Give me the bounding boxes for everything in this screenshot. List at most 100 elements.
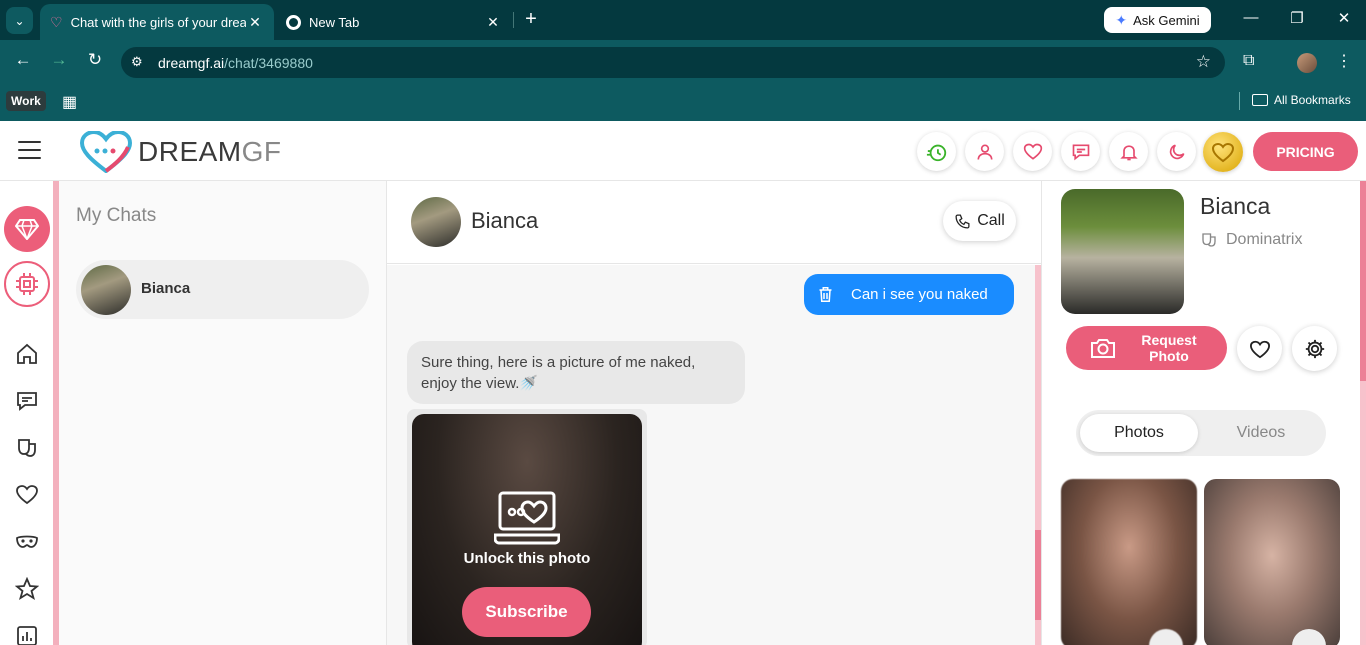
- browser-menu-icon[interactable]: ⋮: [1336, 51, 1352, 71]
- url-text[interactable]: dreamgf.ai/chat/3469880: [158, 55, 313, 71]
- gallery-thumbnail[interactable]: [1204, 479, 1340, 645]
- user-icon: [977, 144, 992, 160]
- notifications-button[interactable]: [1109, 132, 1148, 171]
- url-path: /chat/3469880: [224, 55, 313, 71]
- all-bookmarks-button[interactable]: All Bookmarks: [1252, 93, 1351, 107]
- work-profile-chip[interactable]: Work: [6, 91, 46, 111]
- page-scrollbar[interactable]: [1360, 181, 1366, 645]
- trash-icon[interactable]: [818, 286, 833, 303]
- tab-search-button[interactable]: ⌄: [6, 7, 33, 34]
- my-chats-title: My Chats: [76, 205, 157, 226]
- favorite-profile-button[interactable]: [1237, 326, 1282, 371]
- chat-icon[interactable]: [15, 389, 39, 413]
- tab-title: Chat with the girls of your dreams: [70, 14, 246, 30]
- avatar[interactable]: [411, 197, 461, 247]
- logo-text-main: DREAM: [138, 136, 242, 167]
- bookmark-star-icon[interactable]: ☆: [1196, 52, 1211, 72]
- outgoing-message-text: Can i see you naked: [851, 286, 988, 303]
- premium-gem-button[interactable]: [4, 206, 50, 252]
- dark-mode-button[interactable]: [1157, 132, 1196, 171]
- call-button[interactable]: Call: [943, 201, 1016, 241]
- favorites-button[interactable]: [1013, 132, 1052, 171]
- ask-gemini-label: Ask Gemini: [1133, 12, 1200, 28]
- coins-button[interactable]: [1203, 132, 1243, 172]
- theater-masks-icon: [1202, 233, 1216, 247]
- phone-icon: [955, 213, 970, 229]
- profile-panel: Bianca Dominatrix Request Photo Photos V…: [1041, 181, 1360, 645]
- incoming-message: Sure thing, here is a picture of me nake…: [407, 341, 745, 404]
- my-chats-panel: My Chats Bianca: [59, 181, 387, 645]
- theater-masks-icon[interactable]: [15, 436, 39, 460]
- dreamgf-logo[interactable]: DREAMGF: [80, 131, 282, 173]
- close-icon[interactable]: ✕: [484, 14, 502, 31]
- heart-coin-icon: [1211, 142, 1235, 163]
- left-nav-rail: [0, 181, 55, 645]
- chat-window: Bianca Call Can i see you naked Sure thi…: [387, 181, 1041, 645]
- call-button-label: Call: [977, 212, 1005, 229]
- moon-icon: [1169, 144, 1184, 159]
- browser-tab-new-tab[interactable]: New Tab ✕: [276, 4, 512, 40]
- dreamgf-favicon-icon: ♡: [50, 13, 63, 30]
- diamond-icon: [15, 219, 39, 240]
- profile-name: Bianca: [1200, 193, 1271, 219]
- heart-outline-icon[interactable]: [15, 483, 39, 507]
- address-bar[interactable]: ⚙ dreamgf.ai/chat/3469880 ☆: [121, 47, 1225, 78]
- lock-badge-icon: [1292, 629, 1326, 645]
- reload-button[interactable]: ↻: [83, 50, 107, 70]
- browser-tab-bar: ⌄ ♡ Chat with the girls of your dreams ✕…: [0, 0, 1366, 40]
- request-photo-label: Request Photo: [1141, 332, 1197, 364]
- restore-window-button[interactable]: ❐: [1287, 9, 1307, 27]
- ask-gemini-button[interactable]: ✦ Ask Gemini: [1104, 7, 1211, 33]
- leaderboard-icon[interactable]: [15, 624, 39, 645]
- star-icon[interactable]: [15, 577, 39, 601]
- back-button[interactable]: ←: [11, 50, 35, 70]
- site-info-icon[interactable]: ⚙: [131, 54, 143, 70]
- chat-list-item-name: Bianca: [141, 280, 191, 297]
- extensions-puzzle-icon[interactable]: ⧉: [1243, 52, 1254, 70]
- new-tab-button[interactable]: +: [520, 8, 542, 30]
- site-header: DREAMGF PRICING: [0, 121, 1366, 181]
- browser-tab-dreamgf[interactable]: ♡ Chat with the girls of your dreams ✕: [40, 4, 274, 40]
- hamburger-menu-icon[interactable]: [18, 141, 41, 159]
- chat-header: Bianca Call: [387, 181, 1041, 264]
- pricing-button[interactable]: PRICING: [1253, 132, 1358, 171]
- tab-videos[interactable]: Videos: [1202, 414, 1320, 452]
- request-photo-button[interactable]: Request Photo: [1066, 326, 1227, 370]
- close-window-button[interactable]: ✕: [1334, 9, 1354, 27]
- messages-button[interactable]: [1061, 132, 1100, 171]
- camera-icon: [1091, 339, 1115, 358]
- profile-role-label: Dominatrix: [1226, 231, 1303, 248]
- home-icon[interactable]: [15, 342, 39, 366]
- gear-icon: [1305, 339, 1324, 358]
- profile-role: Dominatrix: [1200, 231, 1302, 249]
- locked-photo-laptop-heart-icon: [494, 491, 560, 545]
- ai-chip-button[interactable]: [4, 261, 50, 307]
- profile-photo[interactable]: [1061, 189, 1184, 314]
- gallery-thumbnail[interactable]: [1061, 479, 1197, 645]
- logo-heart-icon: [80, 131, 132, 173]
- locked-photo[interactable]: Unlock this photo Subscribe: [412, 414, 642, 645]
- speed-boost-button[interactable]: [917, 132, 956, 171]
- page-scrollbar-thumb[interactable]: [1360, 181, 1366, 381]
- chat-contact-name: Bianca: [471, 208, 539, 233]
- chat-list-item[interactable]: Bianca: [76, 260, 369, 319]
- profile-button[interactable]: [965, 132, 1004, 171]
- photo-message: Unlock this photo Subscribe: [407, 409, 647, 645]
- bookmarks-bar: Work ▦ All Bookmarks: [0, 84, 1366, 121]
- minimize-window-button[interactable]: —: [1241, 9, 1261, 26]
- all-bookmarks-label: All Bookmarks: [1274, 93, 1351, 107]
- tab-separator: [513, 12, 514, 28]
- profile-settings-button[interactable]: [1292, 326, 1337, 371]
- tab-photos[interactable]: Photos: [1080, 414, 1198, 452]
- url-host: dreamgf.ai: [158, 55, 225, 71]
- mask-icon[interactable]: [15, 530, 39, 554]
- forward-button[interactable]: →: [47, 50, 71, 70]
- heart-icon: [1023, 143, 1042, 160]
- subscribe-button[interactable]: Subscribe: [462, 587, 591, 637]
- apps-grid-icon[interactable]: ▦: [62, 92, 77, 112]
- browser-profile-avatar[interactable]: [1297, 53, 1317, 73]
- chevron-down-icon: ⌄: [14, 13, 25, 28]
- close-icon[interactable]: ✕: [246, 14, 264, 31]
- chrome-favicon-icon: [286, 14, 301, 30]
- bell-icon: [1119, 144, 1138, 160]
